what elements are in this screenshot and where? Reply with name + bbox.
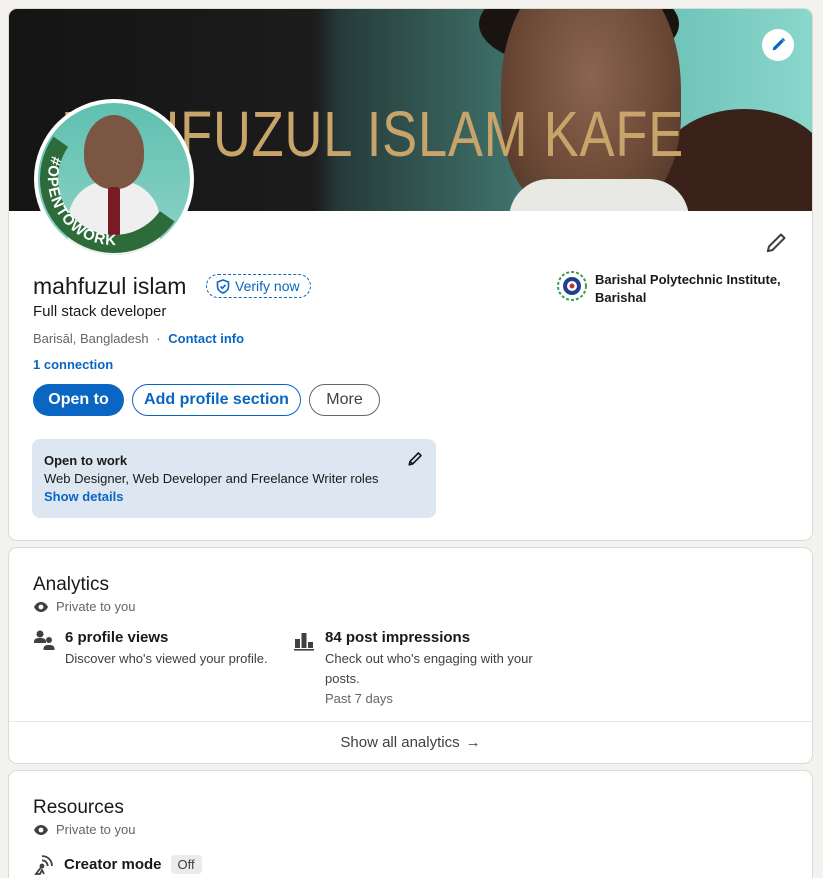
analytics-title: Analytics bbox=[33, 574, 110, 595]
creator-mode-label: Creator mode bbox=[64, 855, 162, 873]
education-link[interactable]: Barishal Polytechnic Institute, Barishal bbox=[557, 271, 797, 307]
verify-label: Verify now bbox=[235, 278, 300, 294]
open-to-work-title: Open to work bbox=[44, 453, 128, 468]
analytics-card: Analytics Private to you 6 profile views… bbox=[8, 547, 813, 764]
broadcast-icon bbox=[34, 855, 53, 875]
resources-privacy: Private to you bbox=[33, 822, 136, 837]
post-impressions-period: Past 7 days bbox=[325, 691, 393, 706]
privacy-label: Private to you bbox=[56, 822, 136, 837]
avatar-image: #OPENTOWORK bbox=[38, 103, 190, 255]
open-to-button[interactable]: Open to bbox=[33, 384, 124, 416]
shield-check-icon bbox=[216, 278, 230, 294]
connections-link[interactable]: 1 connection bbox=[33, 357, 113, 372]
eye-icon bbox=[34, 824, 48, 835]
resources-title: Resources bbox=[33, 797, 124, 818]
privacy-label: Private to you bbox=[56, 599, 136, 614]
creator-mode-status: Off bbox=[170, 854, 202, 874]
bar-chart-icon bbox=[294, 633, 314, 651]
resources-card: Resources Private to you Creator mode Of… bbox=[8, 770, 813, 878]
open-to-work-card[interactable]: Open to work Web Designer, Web Developer… bbox=[32, 439, 436, 518]
location-text: Barisāl, Bangladesh bbox=[33, 331, 149, 346]
banner-shirt bbox=[509, 179, 689, 211]
post-impressions-title: 84 post impressions bbox=[325, 629, 471, 646]
edit-banner-button[interactable] bbox=[762, 29, 794, 61]
people-icon bbox=[34, 630, 55, 650]
profile-views-title: 6 profile views bbox=[65, 629, 169, 646]
arrow-right-icon: → bbox=[465, 734, 481, 751]
profile-views-description: Discover who's viewed your profile. bbox=[65, 651, 268, 666]
show-details-link[interactable]: Show details bbox=[44, 488, 424, 506]
pencil-icon bbox=[772, 37, 786, 51]
school-logo-icon bbox=[557, 271, 587, 301]
profile-name: mahfuzul islam bbox=[33, 273, 187, 299]
profile-location-row: Barisāl, Bangladesh · Contact info bbox=[33, 331, 244, 346]
analytics-privacy: Private to you bbox=[33, 599, 136, 614]
profile-headline: Full stack developer bbox=[33, 303, 167, 320]
eye-icon bbox=[34, 601, 48, 612]
pencil-icon bbox=[766, 233, 786, 253]
post-impressions-metric[interactable]: 84 post impressions Check out who's enga… bbox=[293, 628, 533, 709]
open-to-work-roles: Web Designer, Web Developer and Freelanc… bbox=[44, 471, 379, 486]
profile-card: MAHFUZUL ISLAM KAFE #OPENTOWORK mahfuzul… bbox=[8, 8, 813, 541]
add-profile-section-button[interactable]: Add profile section bbox=[132, 384, 301, 416]
show-all-analytics-button[interactable]: Show all analytics → bbox=[9, 721, 812, 763]
school-name: Barishal Polytechnic Institute, Barishal bbox=[595, 272, 781, 305]
more-button[interactable]: More bbox=[309, 384, 380, 416]
profile-views-metric[interactable]: 6 profile views Discover who's viewed yo… bbox=[33, 628, 273, 669]
contact-info-link[interactable]: Contact info bbox=[168, 331, 244, 346]
pencil-icon[interactable] bbox=[407, 451, 423, 467]
edit-intro-button[interactable] bbox=[764, 231, 788, 255]
show-all-analytics-label: Show all analytics bbox=[340, 734, 460, 751]
creator-mode-item[interactable]: Creator mode Off bbox=[33, 853, 202, 875]
open-to-work-frame: #OPENTOWORK bbox=[38, 136, 175, 255]
verify-now-button[interactable]: Verify now bbox=[206, 274, 311, 298]
location-separator: · bbox=[156, 331, 161, 346]
profile-photo[interactable]: #OPENTOWORK bbox=[34, 99, 194, 259]
post-impressions-description: Check out who's engaging with your posts… bbox=[325, 651, 533, 686]
